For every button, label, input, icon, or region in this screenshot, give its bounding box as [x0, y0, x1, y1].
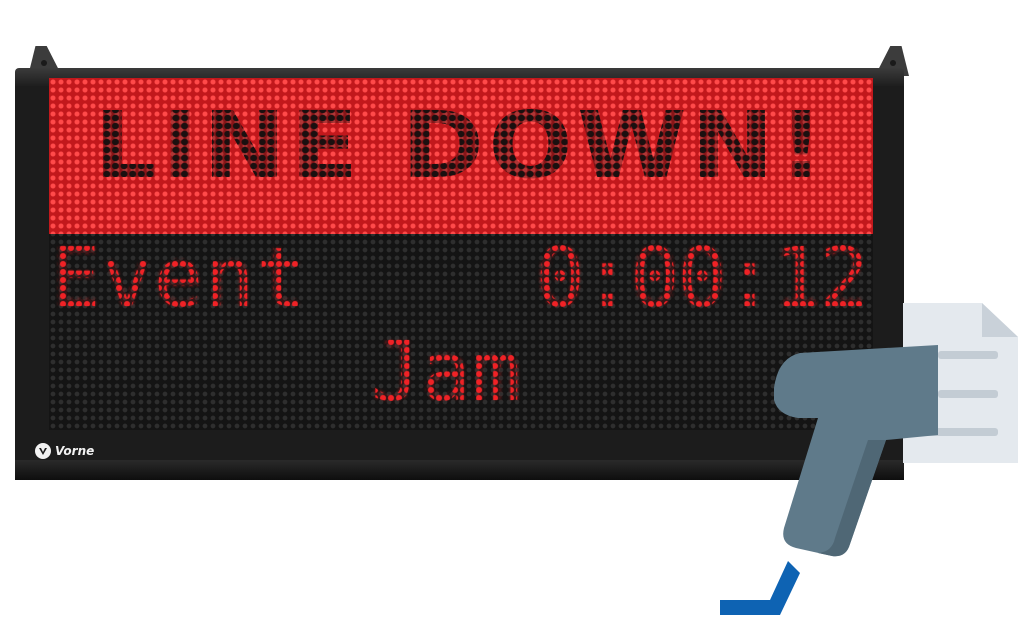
brand-name: Vorne: [55, 444, 95, 458]
scanner-cable-icon: [720, 561, 800, 615]
event-label: Event: [51, 231, 308, 326]
vorne-logo-icon: [35, 443, 51, 459]
scanner-illustration: [720, 303, 1018, 615]
bracket-hole: [890, 60, 896, 66]
alert-banner-text: LINE DOWN!: [93, 92, 829, 199]
alert-banner: LINE DOWN!: [49, 78, 873, 234]
bracket-hole: [41, 60, 47, 66]
downtime-reason: Jam: [371, 325, 523, 420]
brand-logo: Vorne: [35, 442, 94, 460]
